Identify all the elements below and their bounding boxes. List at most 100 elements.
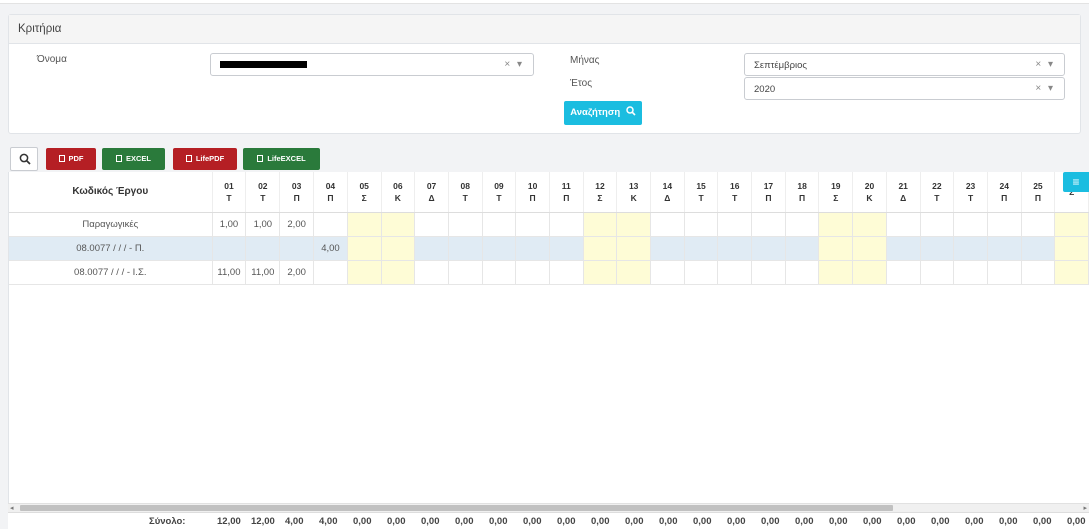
hours-cell[interactable] [751, 212, 786, 237]
hours-cell[interactable] [886, 212, 921, 237]
hours-cell[interactable] [650, 236, 685, 261]
column-header-day[interactable]: 17 Π [751, 172, 786, 213]
column-header-day[interactable]: 18 Π [785, 172, 820, 213]
hours-cell[interactable] [616, 260, 652, 285]
column-header-day[interactable]: 25 Π [1021, 172, 1056, 213]
hours-cell[interactable] [1054, 212, 1089, 237]
table-row[interactable]: Παραγωγικές 1,00 1,00 2,00 [9, 212, 1089, 237]
hours-cell[interactable] [347, 236, 382, 261]
hours-cell[interactable] [616, 212, 652, 237]
hours-cell[interactable] [785, 212, 820, 237]
hours-cell[interactable] [818, 212, 854, 237]
hours-cell[interactable] [549, 236, 584, 261]
hours-cell[interactable] [684, 236, 719, 261]
hours-cell[interactable] [414, 236, 449, 261]
hours-cell[interactable] [212, 236, 247, 261]
lifeexcel-button[interactable]: LifeEXCEL [243, 148, 320, 170]
column-header-code[interactable]: Κωδικός Έργου [9, 172, 213, 213]
hours-cell[interactable] [583, 212, 618, 237]
horizontal-scrollbar[interactable]: ◂ ▸ [8, 503, 1089, 512]
hours-cell[interactable] [953, 236, 988, 261]
hours-cell[interactable] [920, 236, 955, 261]
hours-cell[interactable]: 2,00 [279, 260, 315, 285]
hours-cell[interactable] [381, 236, 416, 261]
hours-cell[interactable] [886, 260, 921, 285]
hours-cell[interactable] [482, 260, 517, 285]
hours-cell[interactable] [987, 212, 1022, 237]
table-search-button[interactable] [10, 147, 38, 171]
column-header-day[interactable]: 15 Τ [684, 172, 719, 213]
chevron-down-icon[interactable]: ▾ [1048, 83, 1055, 94]
hours-cell[interactable] [347, 260, 382, 285]
hours-cell[interactable] [549, 212, 584, 237]
column-header-day[interactable]: 22 Τ [920, 172, 955, 213]
hours-cell[interactable] [448, 260, 483, 285]
hours-cell[interactable] [953, 260, 988, 285]
column-header-day[interactable]: 01 Τ [212, 172, 247, 213]
column-header-day[interactable]: 14 Δ [650, 172, 685, 213]
hours-cell[interactable] [515, 212, 550, 237]
hours-cell[interactable] [852, 260, 887, 285]
hours-cell[interactable] [751, 260, 786, 285]
hours-cell[interactable] [482, 236, 517, 261]
lifepdf-button[interactable]: LifePDF [173, 148, 237, 170]
hours-cell[interactable] [751, 236, 786, 261]
hours-cell[interactable] [818, 236, 854, 261]
hours-cell[interactable] [1054, 236, 1089, 261]
clear-icon[interactable]: × [504, 59, 512, 70]
column-header-day[interactable]: 23 Τ [953, 172, 988, 213]
hours-cell[interactable]: 2,00 [279, 212, 315, 237]
column-header-day[interactable]: 21 Δ [886, 172, 921, 213]
hours-cell[interactable] [414, 260, 449, 285]
column-header-day[interactable]: 07 Δ [414, 172, 449, 213]
hours-cell[interactable] [448, 212, 483, 237]
hours-cell[interactable] [818, 260, 854, 285]
hours-cell[interactable] [245, 236, 281, 261]
column-header-day[interactable]: 20 Κ [852, 172, 887, 213]
column-header-day[interactable]: 19 Σ [818, 172, 854, 213]
hours-cell[interactable]: 11,00 [245, 260, 281, 285]
hours-cell[interactable] [717, 212, 753, 237]
column-header-day[interactable]: 02 Τ [245, 172, 281, 213]
hours-cell[interactable] [987, 260, 1022, 285]
column-header-day[interactable]: 11 Π [549, 172, 584, 213]
hours-cell[interactable] [583, 236, 618, 261]
hours-cell[interactable] [852, 236, 887, 261]
hours-cell[interactable] [1054, 260, 1089, 285]
column-header-day[interactable]: 09 Τ [482, 172, 517, 213]
hours-cell[interactable] [549, 260, 584, 285]
table-row[interactable]: 08.0077 / / / - Ι.Σ. 11,00 11,00 2,00 [9, 260, 1089, 285]
column-header-day[interactable]: 10 Π [515, 172, 550, 213]
hours-cell[interactable] [920, 260, 955, 285]
hours-cell[interactable] [347, 212, 382, 237]
hours-cell[interactable] [684, 212, 719, 237]
hours-cell[interactable] [650, 260, 685, 285]
chevron-down-icon[interactable]: ▾ [1048, 59, 1055, 70]
hours-cell[interactable] [717, 260, 753, 285]
column-header-day[interactable]: 03 Π [279, 172, 315, 213]
month-select[interactable]: Σεπτέμβριος × ▾ [744, 53, 1065, 76]
column-header-day[interactable]: 04 Π [313, 172, 348, 213]
hours-cell[interactable] [515, 236, 550, 261]
hours-cell[interactable]: 1,00 [212, 212, 247, 237]
hours-cell[interactable] [886, 236, 921, 261]
scrollbar-thumb[interactable] [20, 505, 893, 511]
hours-cell[interactable] [852, 212, 887, 237]
chevron-down-icon[interactable]: ▾ [517, 59, 524, 70]
column-header-day[interactable]: 08 Τ [448, 172, 483, 213]
hours-cell[interactable] [583, 260, 618, 285]
hours-cell[interactable] [482, 212, 517, 237]
hours-cell[interactable] [279, 236, 315, 261]
hours-cell[interactable] [684, 260, 719, 285]
hours-cell[interactable] [1021, 212, 1056, 237]
name-select[interactable]: × ▾ [210, 53, 534, 76]
column-header-day[interactable]: 12 Σ [583, 172, 618, 213]
clear-icon[interactable]: × [1035, 59, 1043, 70]
hours-cell[interactable] [785, 236, 820, 261]
hours-cell[interactable] [987, 236, 1022, 261]
hours-cell[interactable] [785, 260, 820, 285]
hours-cell[interactable] [515, 260, 550, 285]
hours-cell[interactable] [920, 212, 955, 237]
hours-cell[interactable] [650, 212, 685, 237]
hours-cell[interactable]: 4,00 [313, 236, 348, 261]
